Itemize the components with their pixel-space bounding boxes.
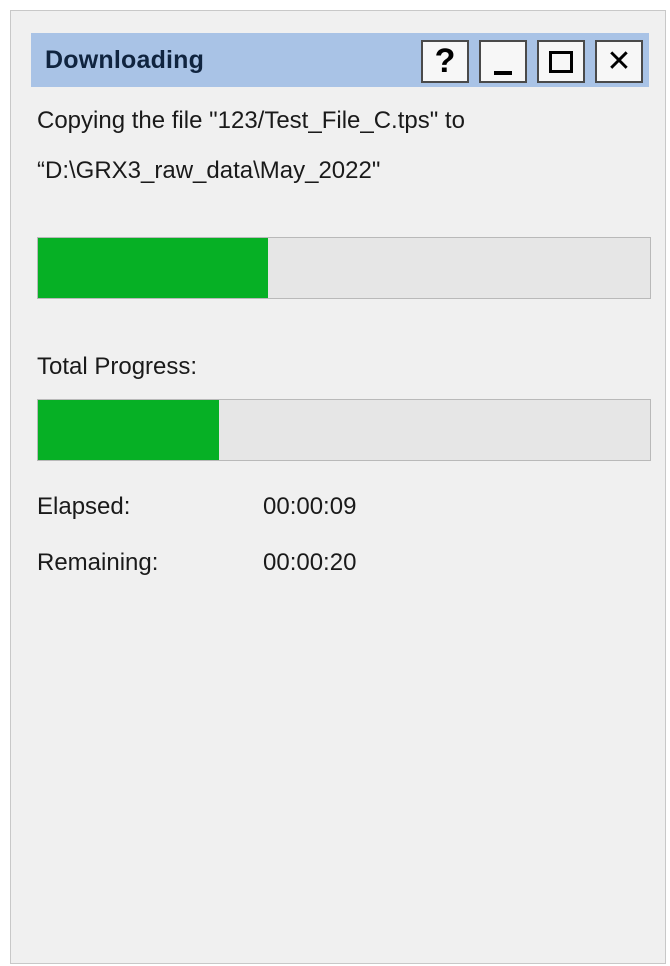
- file-progress-fill: [38, 238, 268, 298]
- remaining-label: Remaining:: [37, 549, 159, 576]
- total-progress-label: Total Progress:: [37, 353, 198, 380]
- title-bar[interactable]: Downloading ? ✕: [31, 33, 649, 87]
- elapsed-label: Elapsed:: [37, 493, 131, 520]
- total-progress-bar: [37, 399, 651, 461]
- copy-message-line-1: Copying the file "123/Test_File_C.tps" t…: [37, 107, 465, 134]
- minimize-button[interactable]: [479, 40, 527, 83]
- elapsed-value: 00:00:09: [263, 493, 357, 520]
- close-button[interactable]: ✕: [595, 40, 643, 83]
- window-title: Downloading: [45, 46, 205, 74]
- file-progress-bar: [37, 237, 651, 299]
- help-button[interactable]: ?: [421, 40, 469, 83]
- maximize-icon: [549, 50, 573, 73]
- copy-message-line-2: “D:\GRX3_raw_data\May_2022": [37, 157, 381, 184]
- help-icon: ?: [434, 41, 456, 80]
- download-dialog: Downloading ? ✕ Copying the file "123/Te…: [10, 10, 666, 964]
- maximize-button[interactable]: [537, 40, 585, 83]
- total-progress-fill: [38, 400, 219, 460]
- close-icon: ✕: [606, 44, 632, 78]
- remaining-value: 00:00:20: [263, 549, 357, 576]
- minimize-icon: [494, 70, 512, 75]
